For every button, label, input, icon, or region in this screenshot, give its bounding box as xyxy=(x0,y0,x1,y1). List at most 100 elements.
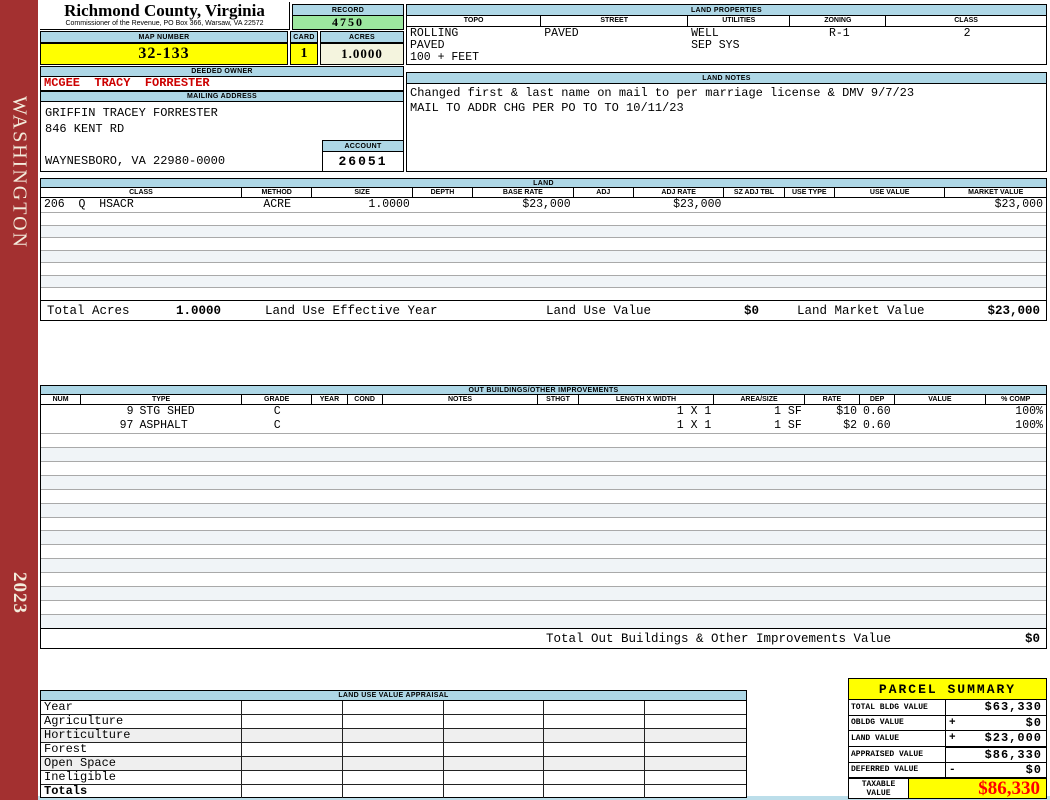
lp-value-cell: PAVED xyxy=(544,27,579,40)
land-use-cell xyxy=(444,701,545,714)
out-buildings-column-header: DEP xyxy=(860,395,896,404)
land-use-appraisal-row: Agriculture xyxy=(41,714,746,728)
out-buildings-column-header: TYPE xyxy=(81,395,242,404)
land-use-cell xyxy=(343,771,444,784)
land-use-cell xyxy=(645,785,746,798)
land-use-row-label: Open Space xyxy=(41,757,242,770)
land-column-header: ADJ xyxy=(574,188,634,197)
land-use-cell xyxy=(444,757,545,770)
land-cell xyxy=(785,198,835,212)
mail-line: 846 KENT RD xyxy=(45,122,125,136)
out-buildings-rows: 9 STG SHED C 1 X 1 1 SF $10 0.60 100% 97 ASPHALT C… xyxy=(41,405,1046,433)
note-line: Changed first & last name on mail to per… xyxy=(410,86,915,100)
land-cell: $23,000 xyxy=(994,198,1043,211)
out-buildings-empty-row xyxy=(41,586,1046,601)
lp-value-cell xyxy=(541,52,688,64)
total-acres-label: Total Acres xyxy=(47,304,130,318)
out-buildings-total-label: Total Out Buildings & Other Improvements… xyxy=(546,632,892,646)
lp-value-cell xyxy=(790,52,886,64)
land-market-value-label: Land Market Value xyxy=(797,304,925,318)
parcel-summary-sign: + xyxy=(949,732,956,745)
lp-column-header: TOPO xyxy=(407,16,542,26)
land-use-cell xyxy=(544,757,646,770)
out-buildings-column-header: COND xyxy=(348,395,383,404)
land-use-cell xyxy=(242,785,343,798)
land-section: LAND CLASS METHOD SIZE DEPTH BASE RATE ADJ ADJ… xyxy=(40,178,1047,321)
out-buildings-cell xyxy=(383,419,539,433)
land-empty-row xyxy=(41,274,1046,288)
out-buildings-empty-row xyxy=(41,544,1046,558)
land-cell xyxy=(574,198,634,212)
out-buildings-cell: STG SHED xyxy=(139,405,195,418)
lp-column-header: UTILITIES xyxy=(688,16,791,26)
account-value: 26051 xyxy=(322,152,404,172)
parcel-summary-amount: $63,330 xyxy=(984,700,1042,715)
parcel-summary-value-wrap: + $0 xyxy=(946,716,1046,731)
out-buildings-empty-row xyxy=(41,488,1046,503)
land-column-headers: CLASS METHOD SIZE DEPTH BASE RATE ADJ ADJ RATE… xyxy=(41,188,1046,198)
land-use-row-label: Forest xyxy=(41,743,242,756)
land-column-header: USE TYPE xyxy=(785,188,835,197)
office-address: Commissioner of the Revenue, PO Box 366,… xyxy=(65,20,264,27)
out-buildings-empty-row xyxy=(41,572,1046,586)
land-use-cell xyxy=(544,771,646,784)
land-use-cell xyxy=(444,729,545,742)
out-buildings-column-header: LENGTH X WIDTH xyxy=(579,395,715,404)
lp-value-cell xyxy=(886,40,1046,52)
out-buildings-empty-row xyxy=(41,460,1046,475)
land-market-value: $23,000 xyxy=(987,304,1040,318)
parcel-summary-row-label: LAND VALUE xyxy=(849,731,946,746)
land-use-appraisal-title: LAND USE VALUE APPRAISAL xyxy=(40,690,747,701)
taxable-value: $86,330 xyxy=(978,777,1040,799)
out-buildings-column-header: YEAR xyxy=(312,395,348,404)
land-empty-rows xyxy=(41,212,1046,300)
acres-value: 1.0000 xyxy=(320,43,404,65)
out-buildings-cell: 100% xyxy=(1015,405,1043,418)
parcel-summary-value-wrap: $63,330 xyxy=(946,700,1046,715)
out-buildings-cell xyxy=(348,419,383,433)
land-use-cell xyxy=(343,757,444,770)
out-buildings-cell: C xyxy=(273,419,281,432)
land-properties-column-headers: TOPO STREET UTILITIES ZONING CLASS xyxy=(406,16,1047,27)
land-empty-row xyxy=(41,237,1046,250)
land-empty-row xyxy=(41,287,1046,300)
land-use-value: $0 xyxy=(743,304,759,318)
land-use-cell xyxy=(242,701,343,714)
out-buildings-column-header: GRADE xyxy=(242,395,313,404)
out-buildings-column-header: NUM xyxy=(41,395,82,404)
land-use-cell xyxy=(544,701,646,714)
parcel-summary-row-label: DEFERRED VALUE xyxy=(849,762,946,777)
out-buildings-empty-rows xyxy=(41,433,1046,628)
out-buildings-empty-row xyxy=(41,433,1046,447)
lp-column-header: STREET xyxy=(541,16,689,26)
land-column-header: DEPTH xyxy=(413,188,474,197)
out-buildings-cell: ASPHALT xyxy=(139,419,188,432)
out-buildings-cell xyxy=(312,419,347,433)
parcel-summary-title: PARCEL SUMMARY xyxy=(849,679,1046,700)
land-column-header: CLASS xyxy=(41,188,242,197)
land-use-row-label: Year xyxy=(41,701,242,714)
lp-value-cell: 100 + FEET xyxy=(410,51,480,64)
out-buildings-empty-row xyxy=(41,530,1046,545)
land-empty-row xyxy=(41,262,1046,275)
land-use-cell xyxy=(544,715,646,728)
out-buildings-cell: $10 xyxy=(836,405,857,418)
out-buildings-cell: 0.60 xyxy=(863,419,891,432)
land-use-row-label: Agriculture xyxy=(41,715,242,728)
out-buildings-cell: 1 X 1 xyxy=(676,405,712,418)
note-line: MAIL TO ADDR CHG PER PO TO TO 10/11/23 xyxy=(410,101,684,115)
total-acres-value: 1.0000 xyxy=(175,304,221,318)
lp-value-cell xyxy=(886,52,1046,64)
parcel-summary-row: DEFERRED VALUE - $0 xyxy=(849,762,1046,778)
land-use-cell xyxy=(645,715,746,728)
taxable-label-line1: TAXABLE xyxy=(861,779,896,789)
parcel-summary-amount: $0 xyxy=(1025,715,1042,730)
land-notes-box: Changed first & last name on mail to per… xyxy=(406,84,1047,172)
land-column-header: SIZE xyxy=(312,188,413,197)
out-buildings-empty-row xyxy=(41,516,1046,531)
land-properties-values: ROLLING PAVED WELL R-1 2 PAVED SEP SYS 100 + FE… xyxy=(406,27,1047,65)
land-rows: 206 Q HSACR ACRE 1.0000 $23,000 $23,000 $23,0… xyxy=(41,198,1046,212)
land-use-appraisal-row: Open Space xyxy=(41,756,746,770)
parcel-summary-sign: + xyxy=(949,716,956,729)
out-buildings-empty-row xyxy=(41,600,1046,614)
